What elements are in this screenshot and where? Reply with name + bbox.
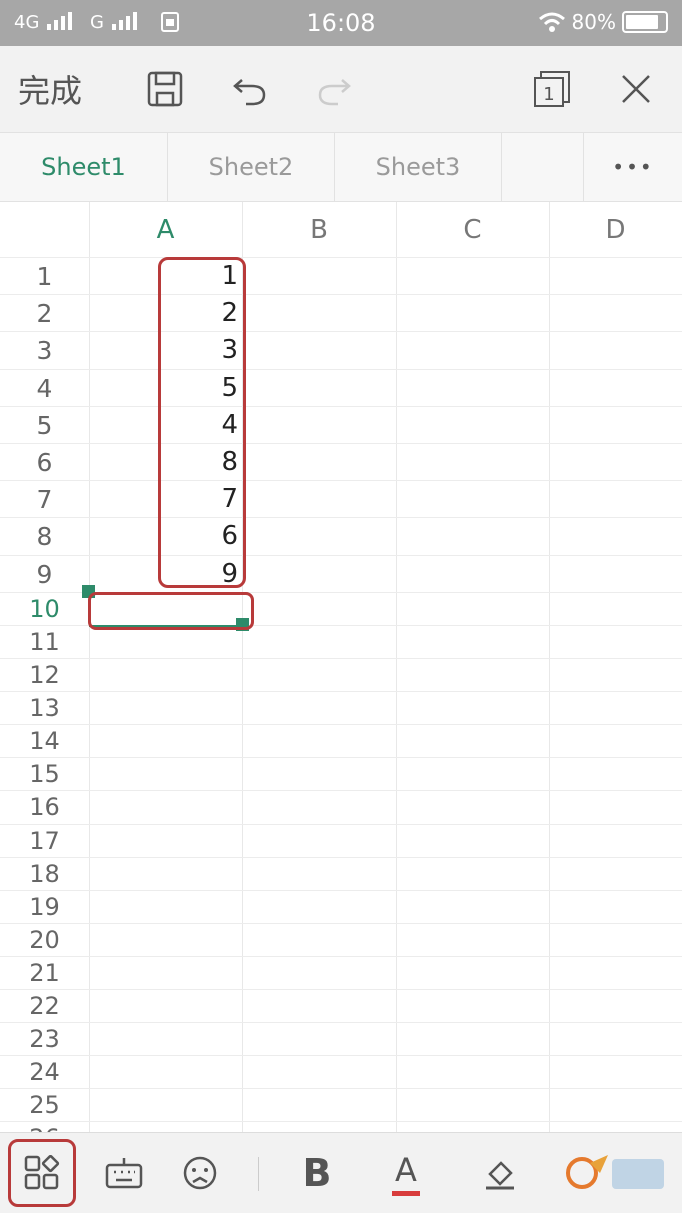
row-header[interactable]: 25 [0, 1089, 89, 1122]
status-bar: 4G G 16:08 80% [0, 0, 682, 46]
close-icon[interactable] [614, 46, 658, 132]
row-header[interactable]: 10 [0, 593, 89, 626]
row-header[interactable]: 17 [0, 825, 89, 858]
row-header[interactable]: 8 [0, 518, 89, 555]
table-row[interactable]: 12 [0, 658, 682, 691]
table-row[interactable]: 22 [0, 989, 682, 1022]
table-row[interactable]: 26 [0, 1121, 682, 1132]
bottom-toolbar: B A [0, 1132, 682, 1213]
row-header[interactable]: 13 [0, 692, 89, 725]
watermark-logo-icon [566, 1155, 664, 1189]
row-header[interactable]: 19 [0, 891, 89, 924]
table-row[interactable]: 23 [0, 1022, 682, 1055]
row-header[interactable]: 5 [0, 407, 89, 444]
tab-sheet1[interactable]: Sheet1 [0, 133, 168, 201]
row-header[interactable]: 14 [0, 725, 89, 758]
table-row[interactable]: 33 [0, 331, 682, 368]
tab-sheet2[interactable]: Sheet2 [168, 133, 335, 201]
battery-percent: 80% [571, 10, 616, 34]
table-row[interactable]: 99 [0, 554, 682, 593]
table-row[interactable]: 18 [0, 856, 682, 891]
table-row[interactable]: 11 [0, 257, 682, 294]
row-header[interactable]: 9 [0, 556, 89, 593]
font-color-label: A [395, 1150, 417, 1189]
table-row[interactable]: 15 [0, 757, 682, 790]
table-row[interactable]: 86 [0, 517, 682, 554]
row-header[interactable]: 12 [0, 659, 89, 692]
table-row[interactable]: 68 [0, 443, 682, 480]
tab-sheet3[interactable]: Sheet3 [335, 133, 502, 201]
column-header-b[interactable]: B [242, 202, 396, 257]
grid-apps-icon [24, 1155, 60, 1190]
table-row[interactable]: 13 [0, 691, 682, 724]
top-toolbar: 完成 1 [0, 46, 682, 133]
status-right: 80% [538, 10, 668, 34]
row-header[interactable]: 26 [0, 1122, 89, 1132]
table-row[interactable]: 21 [0, 955, 682, 990]
tab-spacer [502, 133, 584, 201]
more-sheets-button[interactable]: ••• [584, 133, 682, 201]
table-row[interactable]: 16 [0, 790, 682, 823]
window-count-icon[interactable]: 1 [530, 46, 574, 132]
row-header[interactable]: 21 [0, 957, 89, 990]
row-header[interactable]: 11 [0, 626, 89, 659]
bold-button[interactable]: B [294, 1133, 340, 1213]
row-header[interactable]: 23 [0, 1023, 89, 1056]
redo-icon[interactable] [312, 46, 356, 132]
row-header[interactable]: 22 [0, 990, 89, 1023]
row-header[interactable]: 3 [0, 332, 89, 369]
column-header-a[interactable]: A [89, 202, 242, 257]
table-row[interactable]: 25 [0, 1088, 682, 1121]
table-row[interactable]: 17 [0, 823, 682, 858]
toolbar-divider [258, 1157, 259, 1191]
sheet-tabs: Sheet1 Sheet2 Sheet3 ••• [0, 133, 682, 202]
svg-text:1: 1 [543, 84, 554, 105]
tools-menu-button[interactable] [8, 1139, 76, 1207]
table-row[interactable]: 20 [0, 922, 682, 957]
font-color-swatch [392, 1190, 420, 1196]
row-header[interactable]: 16 [0, 791, 89, 824]
battery-icon [622, 11, 668, 33]
table-row[interactable]: 54 [0, 405, 682, 444]
row-header[interactable]: 2 [0, 295, 89, 332]
column-header-c[interactable]: C [396, 202, 549, 257]
spreadsheet-grid[interactable]: A B C D 1 1 2 2 3 3 4 5 5 4 6 8 7 7 8 6 9 9 10 11 12 13 14 15 16… [0, 202, 682, 1132]
row-header[interactable]: 20 [0, 924, 89, 957]
fill-color-icon[interactable] [478, 1133, 524, 1213]
more-tools-overflow[interactable] [560, 1133, 670, 1213]
row-header[interactable]: 7 [0, 481, 89, 518]
table-row[interactable]: 45 [0, 368, 682, 407]
highlight-box-values [158, 257, 246, 588]
table-row[interactable]: 19 [0, 889, 682, 924]
done-button[interactable]: 完成 [18, 46, 82, 132]
row-header[interactable]: 1 [0, 258, 89, 295]
emoji-icon[interactable] [176, 1133, 224, 1213]
highlight-box-selected-cell [88, 592, 254, 630]
row-header[interactable]: 15 [0, 758, 89, 791]
table-row[interactable]: 22 [0, 294, 682, 331]
table-row[interactable]: 77 [0, 480, 682, 517]
undo-icon[interactable] [228, 46, 272, 132]
table-row[interactable]: 14 [0, 724, 682, 757]
row-header[interactable]: 4 [0, 370, 89, 407]
column-header-d[interactable]: D [549, 202, 682, 257]
save-icon[interactable] [143, 46, 187, 132]
row-header[interactable]: 18 [0, 858, 89, 891]
row-header[interactable]: 6 [0, 444, 89, 481]
wifi-icon [538, 12, 565, 32]
font-color-button[interactable]: A [382, 1133, 430, 1213]
table-row[interactable]: 24 [0, 1055, 682, 1088]
keyboard-icon[interactable] [100, 1133, 148, 1213]
row-header[interactable]: 24 [0, 1056, 89, 1089]
